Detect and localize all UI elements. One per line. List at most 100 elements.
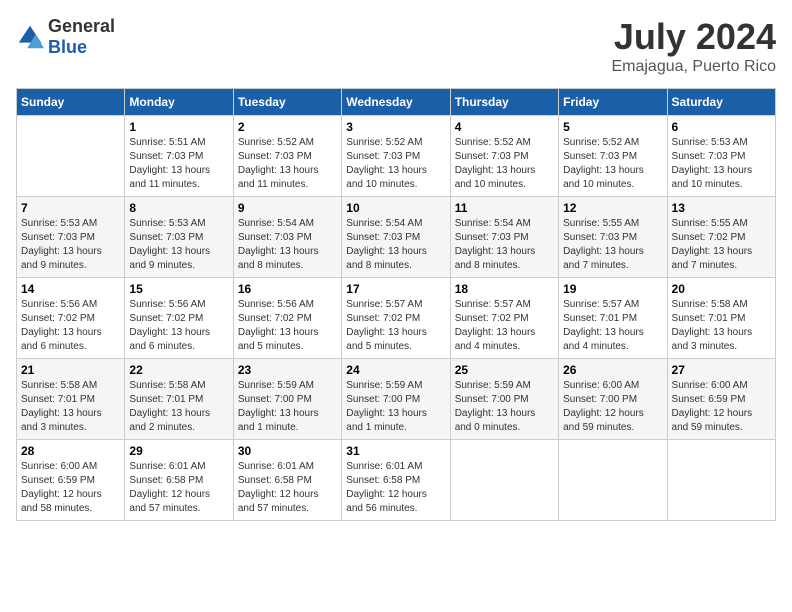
day-cell: 20 Sunrise: 5:58 AM Sunset: 7:01 PM Dayli…: [667, 278, 775, 359]
day-cell: 18 Sunrise: 5:57 AM Sunset: 7:02 PM Dayli…: [450, 278, 558, 359]
day-info: Sunrise: 5:59 AM Sunset: 7:00 PM Dayligh…: [346, 379, 445, 435]
day-number: 26: [563, 363, 662, 377]
day-cell: 6 Sunrise: 5:53 AM Sunset: 7:03 PM Daylig…: [667, 116, 775, 197]
day-info: Sunrise: 5:57 AM Sunset: 7:02 PM Dayligh…: [346, 298, 445, 354]
day-number: 20: [672, 282, 771, 296]
day-cell: [559, 440, 667, 521]
day-cell: 9Sunrise: 5:54 AM Sunset: 7:03 PM Daylig…: [233, 197, 341, 278]
day-cell: 23 Sunrise: 5:59 AM Sunset: 7:00 PM Dayli…: [233, 359, 341, 440]
week-row-3: 14 Sunrise: 5:56 AM Sunset: 7:02 PM Dayli…: [17, 278, 776, 359]
day-info: Sunrise: 6:00 AM Sunset: 6:59 PM Dayligh…: [21, 460, 120, 516]
title-block: July 2024 Emajagua, Puerto Rico: [611, 16, 776, 76]
day-number: 13: [672, 201, 771, 215]
day-number: 23: [238, 363, 337, 377]
page-header: General Blue July 2024 Emajagua, Puerto …: [16, 16, 776, 76]
day-cell: 2 Sunrise: 5:52 AM Sunset: 7:03 PM Daylig…: [233, 116, 341, 197]
header-sunday: Sunday: [17, 89, 125, 116]
day-number: 11: [455, 201, 554, 215]
day-cell: 29 Sunrise: 6:01 AM Sunset: 6:58 PM Dayli…: [125, 440, 233, 521]
day-cell: 8 Sunrise: 5:53 AM Sunset: 7:03 PM Daylig…: [125, 197, 233, 278]
day-cell: [667, 440, 775, 521]
day-cell: 11 Sunrise: 5:54 AM Sunset: 7:03 PM Dayli…: [450, 197, 558, 278]
day-number: 15: [129, 282, 228, 296]
day-number: 2: [238, 120, 337, 134]
day-info: Sunrise: 5:57 AM Sunset: 7:02 PM Dayligh…: [455, 298, 554, 354]
day-cell: 19 Sunrise: 5:57 AM Sunset: 7:01 PM Dayli…: [559, 278, 667, 359]
day-info: Sunrise: 5:58 AM Sunset: 7:01 PM Dayligh…: [21, 379, 120, 435]
day-number: 5: [563, 120, 662, 134]
day-number: 19: [563, 282, 662, 296]
day-info: Sunrise: 5:54 AM Sunset: 7:03 PM Dayligh…: [346, 217, 445, 273]
day-cell: 4 Sunrise: 5:52 AM Sunset: 7:03 PM Daylig…: [450, 116, 558, 197]
day-number: 24: [346, 363, 445, 377]
day-info: Sunrise: 6:01 AM Sunset: 6:58 PM Dayligh…: [129, 460, 228, 516]
calendar-header-row: SundayMondayTuesdayWednesdayThursdayFrid…: [17, 89, 776, 116]
logo-general: General: [48, 16, 115, 36]
week-row-2: 7 Sunrise: 5:53 AM Sunset: 7:03 PM Daylig…: [17, 197, 776, 278]
day-cell: 12Sunrise: 5:55 AM Sunset: 7:03 PM Dayli…: [559, 197, 667, 278]
header-friday: Friday: [559, 89, 667, 116]
day-info: Sunrise: 5:52 AM Sunset: 7:03 PM Dayligh…: [238, 136, 337, 192]
day-cell: 31Sunrise: 6:01 AM Sunset: 6:58 PM Dayli…: [342, 440, 450, 521]
day-info: Sunrise: 5:58 AM Sunset: 7:01 PM Dayligh…: [672, 298, 771, 354]
day-number: 16: [238, 282, 337, 296]
day-number: 7: [21, 201, 120, 215]
day-number: 29: [129, 444, 228, 458]
day-info: Sunrise: 5:59 AM Sunset: 7:00 PM Dayligh…: [238, 379, 337, 435]
day-info: Sunrise: 5:52 AM Sunset: 7:03 PM Dayligh…: [346, 136, 445, 192]
day-info: Sunrise: 5:53 AM Sunset: 7:03 PM Dayligh…: [129, 217, 228, 273]
day-info: Sunrise: 5:53 AM Sunset: 7:03 PM Dayligh…: [672, 136, 771, 192]
day-info: Sunrise: 5:58 AM Sunset: 7:01 PM Dayligh…: [129, 379, 228, 435]
week-row-1: 1Sunrise: 5:51 AM Sunset: 7:03 PM Daylig…: [17, 116, 776, 197]
day-cell: 3 Sunrise: 5:52 AM Sunset: 7:03 PM Daylig…: [342, 116, 450, 197]
day-number: 18: [455, 282, 554, 296]
day-number: 27: [672, 363, 771, 377]
day-number: 17: [346, 282, 445, 296]
day-number: 3: [346, 120, 445, 134]
day-cell: 30Sunrise: 6:01 AM Sunset: 6:58 PM Dayli…: [233, 440, 341, 521]
day-cell: 26 Sunrise: 6:00 AM Sunset: 7:00 PM Dayli…: [559, 359, 667, 440]
day-number: 21: [21, 363, 120, 377]
day-info: Sunrise: 6:00 AM Sunset: 7:00 PM Dayligh…: [563, 379, 662, 435]
day-cell: 1Sunrise: 5:51 AM Sunset: 7:03 PM Daylig…: [125, 116, 233, 197]
day-info: Sunrise: 5:54 AM Sunset: 7:03 PM Dayligh…: [455, 217, 554, 273]
day-info: Sunrise: 5:55 AM Sunset: 7:02 PM Dayligh…: [672, 217, 771, 273]
week-row-5: 28 Sunrise: 6:00 AM Sunset: 6:59 PM Dayli…: [17, 440, 776, 521]
header-monday: Monday: [125, 89, 233, 116]
day-info: Sunrise: 6:01 AM Sunset: 6:58 PM Dayligh…: [238, 460, 337, 516]
day-cell: 25 Sunrise: 5:59 AM Sunset: 7:00 PM Dayli…: [450, 359, 558, 440]
day-info: Sunrise: 5:59 AM Sunset: 7:00 PM Dayligh…: [455, 379, 554, 435]
day-cell: 24 Sunrise: 5:59 AM Sunset: 7:00 PM Dayli…: [342, 359, 450, 440]
day-info: Sunrise: 5:56 AM Sunset: 7:02 PM Dayligh…: [21, 298, 120, 354]
logo-blue: Blue: [48, 37, 87, 57]
day-cell: [17, 116, 125, 197]
logo-icon: [16, 23, 44, 51]
day-number: 28: [21, 444, 120, 458]
day-cell: 21 Sunrise: 5:58 AM Sunset: 7:01 PM Dayli…: [17, 359, 125, 440]
header-wednesday: Wednesday: [342, 89, 450, 116]
day-info: Sunrise: 6:00 AM Sunset: 6:59 PM Dayligh…: [672, 379, 771, 435]
header-thursday: Thursday: [450, 89, 558, 116]
day-cell: 16 Sunrise: 5:56 AM Sunset: 7:02 PM Dayli…: [233, 278, 341, 359]
day-number: 10: [346, 201, 445, 215]
day-number: 8: [129, 201, 228, 215]
calendar-table: SundayMondayTuesdayWednesdayThursdayFrid…: [16, 88, 776, 521]
day-number: 14: [21, 282, 120, 296]
day-cell: 5Sunrise: 5:52 AM Sunset: 7:03 PM Daylig…: [559, 116, 667, 197]
day-cell: 15Sunrise: 5:56 AM Sunset: 7:02 PM Dayli…: [125, 278, 233, 359]
day-number: 25: [455, 363, 554, 377]
day-cell: 17 Sunrise: 5:57 AM Sunset: 7:02 PM Dayli…: [342, 278, 450, 359]
logo: General Blue: [16, 16, 115, 58]
day-info: Sunrise: 5:51 AM Sunset: 7:03 PM Dayligh…: [129, 136, 228, 192]
day-number: 22: [129, 363, 228, 377]
day-info: Sunrise: 5:57 AM Sunset: 7:01 PM Dayligh…: [563, 298, 662, 354]
sub-title: Emajagua, Puerto Rico: [611, 58, 776, 76]
day-cell: 22 Sunrise: 5:58 AM Sunset: 7:01 PM Dayli…: [125, 359, 233, 440]
header-tuesday: Tuesday: [233, 89, 341, 116]
day-info: Sunrise: 5:53 AM Sunset: 7:03 PM Dayligh…: [21, 217, 120, 273]
day-number: 4: [455, 120, 554, 134]
day-number: 6: [672, 120, 771, 134]
day-info: Sunrise: 5:52 AM Sunset: 7:03 PM Dayligh…: [455, 136, 554, 192]
day-info: Sunrise: 5:56 AM Sunset: 7:02 PM Dayligh…: [238, 298, 337, 354]
day-cell: 28 Sunrise: 6:00 AM Sunset: 6:59 PM Dayli…: [17, 440, 125, 521]
